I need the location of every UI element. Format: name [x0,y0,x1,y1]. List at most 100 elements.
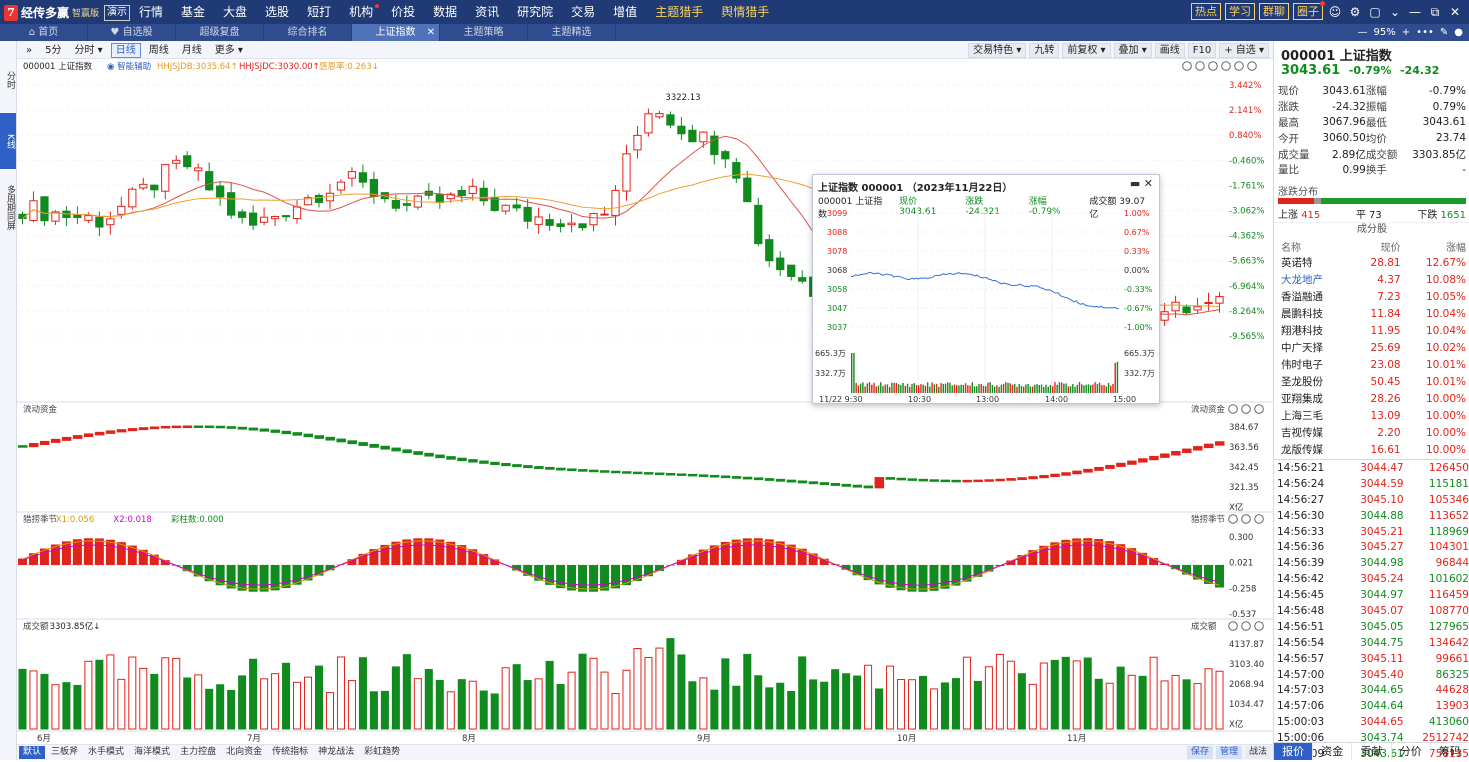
chart-tool-5[interactable]: F10 [1188,43,1216,58]
menu-item-4[interactable]: 短打 [298,0,340,24]
top-button-1[interactable]: 学习 [1225,3,1255,20]
tab-4[interactable]: 上证指数✕ [352,24,440,41]
settings-icon[interactable] [1229,515,1238,524]
tick-list[interactable]: 14:56:213044.4712645014:56:243044.591151… [1274,459,1469,762]
help-icon[interactable] [1242,515,1251,524]
demo-badge[interactable]: 演示 [104,5,130,21]
menu-item-1[interactable]: 基金 [172,0,214,24]
menu-item-6[interactable]: 价投 [382,0,424,24]
view-kline[interactable]: K线 [0,113,16,169]
component-row[interactable]: 翔港科技11.9510.04% [1278,322,1466,339]
zoom-in-icon[interactable]: + [1402,24,1410,41]
component-row[interactable]: 中广天择25.6910.02% [1278,339,1466,356]
tab-2[interactable]: 超级复盘 [176,24,264,41]
gear-icon[interactable]: ⚙ [1347,4,1363,20]
top-button-2[interactable]: 群聊 [1259,3,1289,20]
top-button-3[interactable]: 圈子 [1293,3,1323,20]
component-row[interactable]: 龙版传媒16.6110.00% [1278,441,1466,458]
minimize-icon[interactable]: — [1407,4,1423,20]
chart-tool-3[interactable]: 叠加 ▾ [1114,43,1152,58]
component-row[interactable]: 香溢融通7.2310.05% [1278,288,1466,305]
settings-icon[interactable] [1229,405,1238,414]
panel-tab-4[interactable]: 筹码 [1431,743,1469,760]
period-4[interactable]: 月线 [177,43,207,58]
menu-item-11[interactable]: 增值 [604,0,646,24]
menu-item-13[interactable]: 舆情猎手 [712,0,778,24]
more-icon[interactable]: ••• [1416,24,1434,41]
chart-tool-0[interactable]: 交易特色 ▾ [968,43,1026,58]
template-tab-4[interactable]: 主力控盘 [176,746,220,759]
template-tab-7[interactable]: 神龙战法 [314,746,358,759]
component-row[interactable]: 亚翔集成28.2610.00% [1278,390,1466,407]
view-timeshare[interactable]: 分时 [0,67,16,93]
refresh-icon[interactable] [1183,62,1192,71]
pin-icon[interactable]: ● [1454,24,1463,41]
tab-close-icon[interactable]: ✕ [427,24,435,41]
minus-icon[interactable] [1209,62,1218,71]
restore-icon[interactable]: ⧉ [1427,4,1443,20]
period-1[interactable]: 分时 ▾ [70,43,108,58]
period-2[interactable]: 日线 [111,43,141,58]
view-multi-period[interactable]: 多周期同屏 [0,181,16,234]
template-tab-1[interactable]: 三板斧 [47,746,82,759]
component-row[interactable]: 伟时电子23.0810.01% [1278,356,1466,373]
zoom-out-icon[interactable]: — [1358,24,1368,41]
template-tab-6[interactable]: 传统指标 [268,746,312,759]
menu-item-8[interactable]: 资讯 [466,0,508,24]
tab-6[interactable]: 主题精选 [528,24,616,41]
template-tab-0[interactable]: 默认 [19,746,45,759]
menu-item-12[interactable]: 主题猎手 [646,0,712,24]
panel-tab-2[interactable]: 贡献 [1352,743,1391,760]
app-logo[interactable]: 7 经传多赢 智赢版 演示 [4,4,130,21]
period-3[interactable]: 周线 [144,43,174,58]
chart-tool-4[interactable]: 画线 [1155,43,1185,58]
close-icon[interactable]: ✕ [1447,4,1463,20]
popup-close-icon[interactable]: ✕ [1144,177,1153,190]
template-action-1[interactable]: 管理 [1216,746,1242,759]
tab-3[interactable]: 综合排名 [264,24,352,41]
menu-item-2[interactable]: 大盘 [214,0,256,24]
close-icon[interactable] [1255,622,1264,631]
close-icon[interactable] [1255,515,1264,524]
component-row[interactable]: 大龙地产4.3710.08% [1278,271,1466,288]
component-row[interactable]: 圣龙股份50.4510.01% [1278,373,1466,390]
template-action-2[interactable]: 战法 [1245,746,1271,759]
settings-icon[interactable] [1222,62,1231,71]
top-button-0[interactable]: 热点 [1191,3,1221,20]
template-tab-8[interactable]: 彩虹趋势 [360,746,404,759]
tab-1[interactable]: ♥ 自选股 [88,24,176,41]
chevron-down-icon[interactable]: ⌄ [1387,4,1403,20]
template-action-0[interactable]: 保存 [1187,746,1213,759]
tab-5[interactable]: 主题策略 [440,24,528,41]
popup-minimize-icon[interactable]: ▬ [1130,177,1140,190]
popup-timeshare-chart[interactable]: 30991.00%30880.67%30780.33%30680.00%3058… [813,207,1159,403]
intraday-popup[interactable]: 上证指数 000001 （2023年11月22日） ▬ ✕ 000001 上证指… [812,174,1160,404]
panel-tab-1[interactable]: 资金 [1313,743,1352,760]
menu-item-5[interactable]: 机构 [340,0,382,24]
component-row[interactable]: 吉视传媒2.2010.00% [1278,424,1466,441]
menu-item-0[interactable]: 行情 [130,0,172,24]
help-icon[interactable] [1235,62,1244,71]
chart-tool-2[interactable]: 前复权 ▾ [1062,43,1110,58]
panel-tab-3[interactable]: 分价 [1392,743,1431,760]
user-icon[interactable]: ☺ [1327,4,1343,20]
chart-tool-1[interactable]: 九转 [1029,43,1059,58]
menu-item-3[interactable]: 选股 [256,0,298,24]
settings-icon[interactable] [1229,622,1238,631]
pen-icon[interactable]: ✎ [1440,24,1448,41]
assist-toggle[interactable]: ◉ 智能辅助 [107,61,151,72]
tab-0[interactable]: ⌂ 首页 [0,24,88,41]
periods-toggle[interactable]: » [21,43,37,58]
close-icon[interactable] [1255,405,1264,414]
menu-item-10[interactable]: 交易 [562,0,604,24]
add-icon[interactable] [1196,62,1205,71]
close-icon[interactable] [1248,62,1257,71]
template-tab-2[interactable]: 水手模式 [84,746,128,759]
component-row[interactable]: 英诺特28.8112.67% [1278,254,1466,271]
help-icon[interactable] [1242,622,1251,631]
chart-tool-6[interactable]: + 自选 ▾ [1219,43,1269,58]
template-tab-3[interactable]: 海洋模式 [130,746,174,759]
menu-item-9[interactable]: 研究院 [508,0,562,24]
period-0[interactable]: 5分 [40,43,66,58]
period-5[interactable]: 更多 ▾ [210,43,248,58]
